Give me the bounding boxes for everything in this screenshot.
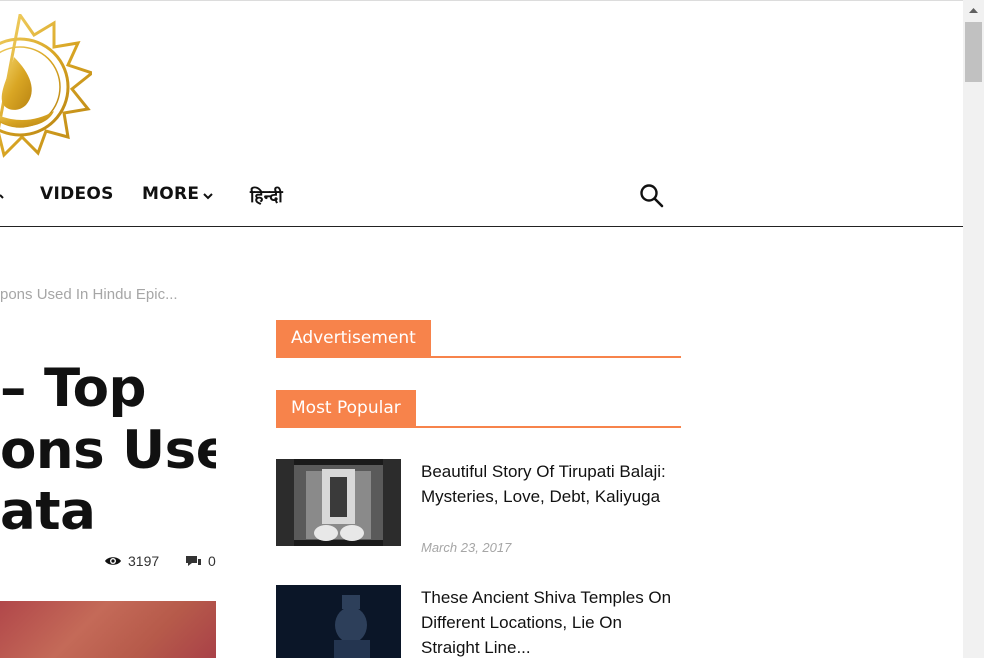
comment-icon [186,556,201,566]
title-line: – Top [0,360,146,419]
chevron-down-icon[interactable] [0,192,6,202]
title-line: ons Used [0,420,216,481]
comment-count[interactable]: 0 [186,553,216,569]
post-title-link[interactable]: Beautiful Story Of Tirupati Balaji: Myst… [421,459,681,509]
list-item: Beautiful Story Of Tirupati Balaji: Myst… [276,459,681,559]
breadcrumb[interactable]: pons Used In Hindu Epic... [0,286,178,303]
post-date: March 23, 2017 [421,540,512,555]
most-popular-block-title: Most Popular [276,390,681,428]
main-nav: VIDEOS MORE हिन्दी [0,170,963,226]
most-popular-label: Most Popular [276,390,416,426]
nav-hindi[interactable]: हिन्दी [250,184,283,207]
post-title-link[interactable]: These Ancient Shiva Temples On Different… [421,585,681,658]
site-logo[interactable] [0,14,92,160]
nav-more[interactable]: MORE [142,184,199,204]
advertisement-label: Advertisement [276,320,431,356]
comments-value: 0 [208,553,216,569]
views-value: 3197 [128,553,160,569]
nav-divider [0,226,963,227]
advertisement-block-title: Advertisement [276,320,681,358]
view-count: 3197 [104,553,159,569]
scroll-up-arrow-icon[interactable] [963,0,984,20]
list-item: These Ancient Shiva Temples On Different… [276,585,681,658]
post-thumbnail[interactable] [276,585,401,658]
eye-icon [105,557,121,565]
page-scrollbar[interactable] [963,0,984,658]
article-title: – Top ons Used ata [0,360,216,550]
nav-videos[interactable]: VIDEOS [40,184,114,204]
post-thumbnail[interactable] [276,459,401,546]
top-border [0,0,963,1]
scrollbar-thumb[interactable] [965,22,982,82]
article-featured-image [0,601,216,658]
title-line: ata [0,481,96,542]
chevron-down-icon[interactable] [203,192,213,200]
search-icon[interactable] [639,183,665,209]
